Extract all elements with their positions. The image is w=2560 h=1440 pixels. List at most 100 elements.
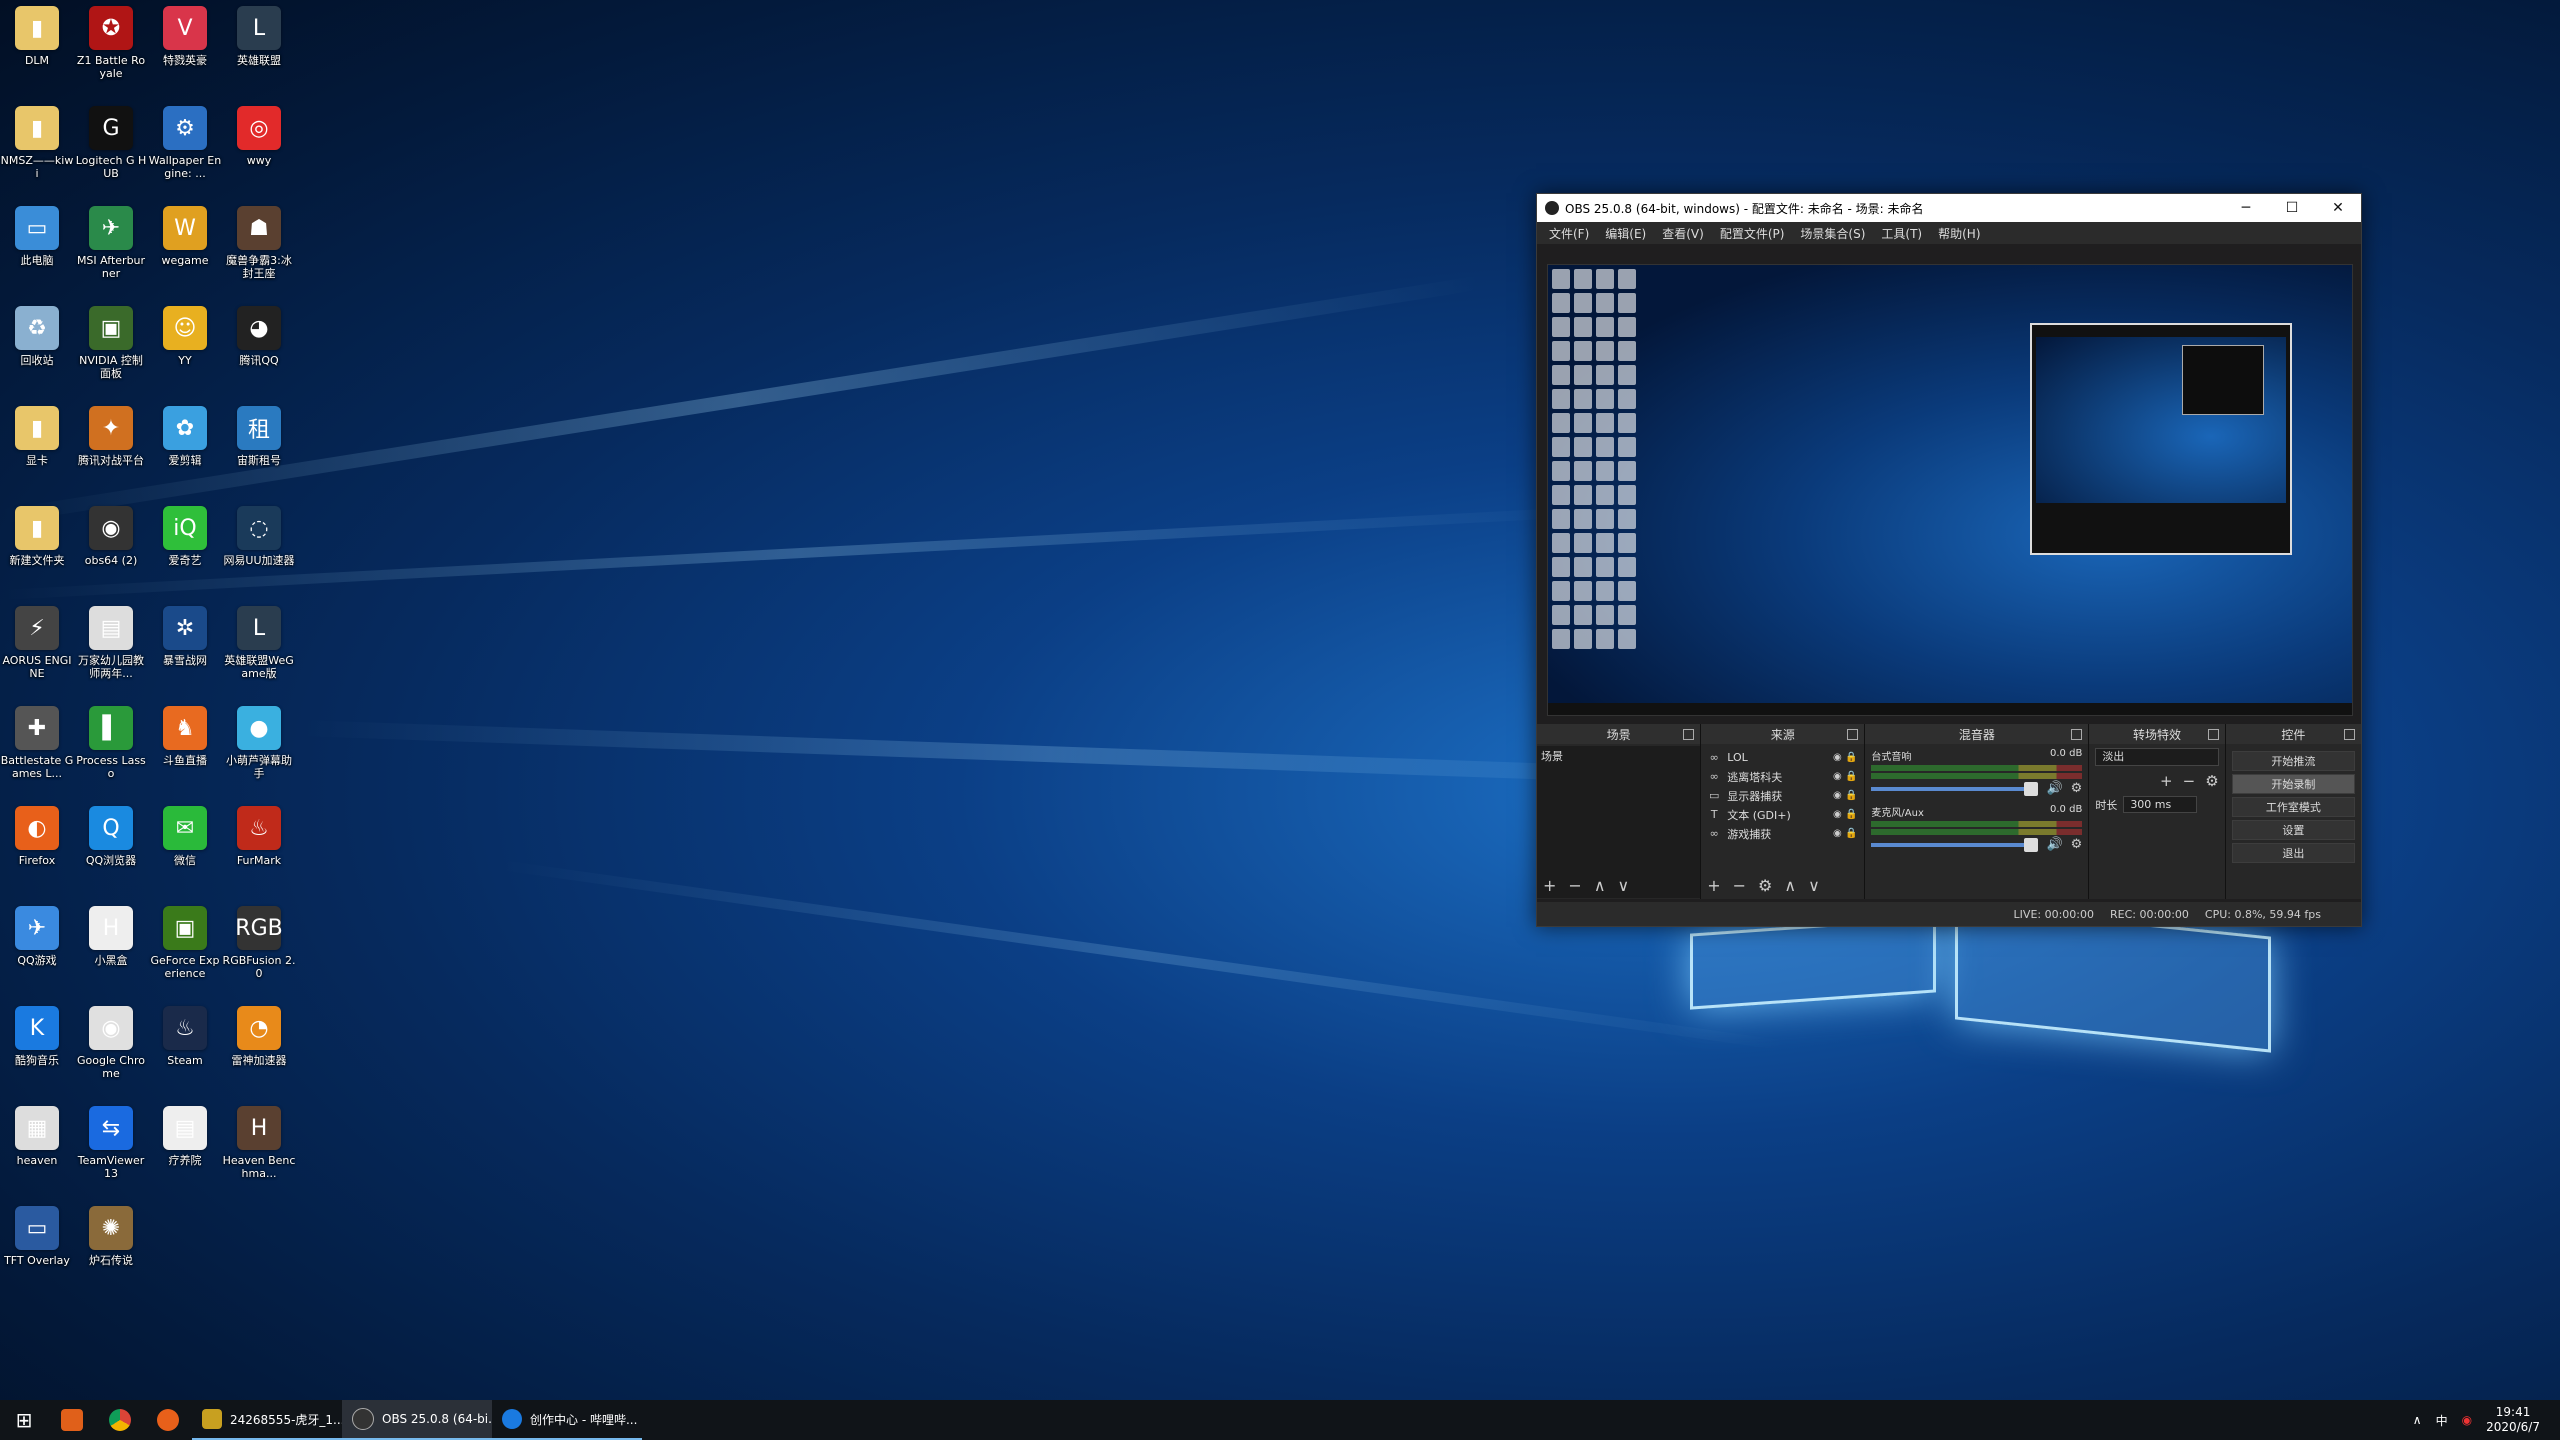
lock-icon[interactable]: 🔒 — [1844, 790, 1858, 801]
desktop-icon[interactable]: ✪ Z1 Battle Royale — [74, 6, 148, 80]
settings-button[interactable]: 设置 — [2231, 820, 2355, 840]
move-down-icon[interactable]: ∨ — [1618, 876, 1630, 895]
start-recording-button[interactable]: 开始录制 — [2231, 774, 2355, 794]
tray-app-icon[interactable]: ◉ — [2462, 1413, 2472, 1427]
desktop-icon[interactable]: ◔ 雷神加速器 — [222, 1006, 296, 1067]
visibility-eye-icon[interactable]: ◉ — [1830, 790, 1844, 801]
taskbar-task[interactable]: 24268555-虎牙_1... — [192, 1400, 342, 1440]
visibility-eye-icon[interactable]: ◉ — [1830, 752, 1844, 763]
desktop-icon[interactable]: ♨ FurMark — [222, 806, 296, 867]
maximize-button[interactable]: ☐ — [2269, 200, 2315, 216]
menu-view[interactable]: 查看(V) — [1662, 225, 1704, 242]
transition-select[interactable]: 淡出 — [2095, 748, 2219, 766]
desktop-icon[interactable]: ◌ 网易UU加速器 — [222, 506, 296, 567]
obs-window[interactable]: OBS 25.0.8 (64-bit, windows) - 配置文件: 未命名… — [1536, 193, 2362, 927]
undock-icon[interactable] — [2071, 729, 2083, 740]
desktop-icon[interactable]: ⚡ AORUS ENGINE — [0, 606, 74, 680]
lock-icon[interactable]: 🔒 — [1844, 828, 1858, 839]
desktop-icon[interactable]: V 特戮英豪 — [148, 6, 222, 67]
desktop-icon[interactable]: ◉ Google Chrome — [74, 1006, 148, 1080]
move-up-icon[interactable]: ∧ — [1784, 876, 1796, 895]
desktop-icon[interactable]: K 酷狗音乐 — [0, 1006, 74, 1067]
menu-edit[interactable]: 编辑(E) — [1605, 225, 1646, 242]
desktop-icon[interactable]: ▣ GeForce Experience — [148, 906, 222, 980]
desktop-icon[interactable]: ◉ obs64 (2) — [74, 506, 148, 567]
menu-scene-collection[interactable]: 场景集合(S) — [1800, 225, 1865, 242]
remove-icon[interactable]: − — [2183, 772, 2196, 790]
desktop-icon[interactable]: ✚ Battlestate Games L... — [0, 706, 74, 780]
desktop-icon[interactable]: ▮ DLM — [0, 6, 74, 67]
add-icon[interactable]: + — [1707, 876, 1720, 895]
desktop-icon[interactable]: ● 小萌芦弹幕助手 — [222, 706, 296, 780]
desktop-icon[interactable]: ♞ 斗鱼直播 — [148, 706, 222, 767]
desktop-icon[interactable]: ♨ Steam — [148, 1006, 222, 1067]
desktop-icon[interactable]: ▌ Process Lasso — [74, 706, 148, 780]
speaker-icon[interactable]: 🔊 — [2046, 781, 2062, 796]
desktop-icon[interactable]: ◎ wwy — [222, 106, 296, 167]
desktop-icon[interactable]: H Heaven Benchma... — [222, 1106, 296, 1180]
taskbar-task[interactable]: 创作中心 - 哔哩哔... — [492, 1400, 642, 1440]
gear-icon[interactable]: ⚙ — [2205, 772, 2218, 790]
desktop-icon[interactable]: ▣ NVIDIA 控制面板 — [74, 306, 148, 380]
desktop-icon[interactable]: Q QQ浏览器 — [74, 806, 148, 867]
desktop-icon[interactable]: ☺ YY — [148, 306, 222, 367]
desktop-icon[interactable]: ✈ QQ游戏 — [0, 906, 74, 967]
undock-icon[interactable] — [1683, 729, 1695, 740]
pinned-app-icon[interactable] — [48, 1400, 96, 1440]
desktop-icon[interactable]: iQ 爱奇艺 — [148, 506, 222, 567]
undock-icon[interactable] — [2207, 729, 2219, 740]
desktop-icon[interactable]: ▤ 疗养院 — [148, 1106, 222, 1167]
desktop-icon[interactable]: ▭ TFT Overlay — [0, 1206, 74, 1267]
desktop-icon[interactable]: ✉ 微信 — [148, 806, 222, 867]
source-item[interactable]: ∞ 逃离塔科夫 ◉ 🔒 — [1707, 767, 1858, 786]
visibility-eye-icon[interactable]: ◉ — [1830, 771, 1844, 782]
undock-icon[interactable] — [2344, 729, 2355, 740]
minimize-button[interactable]: ─ — [2223, 200, 2269, 216]
add-icon[interactable]: + — [1543, 876, 1556, 895]
undock-icon[interactable] — [1847, 729, 1859, 740]
close-button[interactable]: ✕ — [2315, 200, 2361, 216]
desktop-icon[interactable]: ▤ 万家幼儿园教师两年... — [74, 606, 148, 680]
move-down-icon[interactable]: ∨ — [1808, 876, 1820, 895]
desktop-icon[interactable]: ✈ MSI Afterburner — [74, 206, 148, 280]
slider-handle[interactable] — [2024, 781, 2039, 796]
gear-icon[interactable]: ⚙ — [2071, 781, 2083, 796]
desktop-icon[interactable]: ▦ heaven — [0, 1106, 74, 1167]
desktop-icon[interactable]: G Logitech G HUB — [74, 106, 148, 180]
preview-canvas[interactable] — [1547, 264, 2353, 716]
remove-icon[interactable]: − — [1733, 876, 1746, 895]
visibility-eye-icon[interactable]: ◉ — [1830, 828, 1844, 839]
source-item[interactable]: T 文本 (GDI+) ◉ 🔒 — [1707, 805, 1858, 824]
desktop-icon[interactable]: H 小黑盒 — [74, 906, 148, 967]
desktop-icon[interactable]: ♻ 回收站 — [0, 306, 74, 367]
lock-icon[interactable]: 🔒 — [1844, 752, 1858, 763]
desktop-icon[interactable]: ▮ 新建文件夹 — [0, 506, 74, 567]
studio-mode-button[interactable]: 工作室模式 — [2231, 797, 2355, 817]
desktop-icon[interactable]: L 英雄联盟 — [222, 6, 296, 67]
obs-titlebar[interactable]: OBS 25.0.8 (64-bit, windows) - 配置文件: 未命名… — [1537, 194, 2361, 222]
remove-icon[interactable]: − — [1568, 876, 1581, 895]
firefox-icon[interactable] — [144, 1400, 192, 1440]
ime-indicator[interactable]: 中 — [2436, 1412, 2448, 1429]
lock-icon[interactable]: 🔒 — [1844, 809, 1858, 820]
visibility-eye-icon[interactable]: ◉ — [1830, 809, 1844, 820]
lock-icon[interactable]: 🔒 — [1844, 771, 1858, 782]
desktop-icon[interactable]: ☗ 魔兽争霸3:冰封王座 — [222, 206, 296, 280]
volume-slider[interactable] — [1871, 781, 2039, 796]
tray-expand-icon[interactable]: ∧ — [2413, 1413, 2422, 1427]
desktop-icon[interactable]: ◐ Firefox — [0, 806, 74, 867]
desktop-icon[interactable]: ◕ 腾讯QQ — [222, 306, 296, 367]
desktop-icon[interactable]: ▭ 此电脑 — [0, 206, 74, 267]
source-item[interactable]: ∞ LOL ◉ 🔒 — [1707, 748, 1858, 767]
desktop-icon[interactable]: ▮ NMSZ——kiwi — [0, 106, 74, 180]
desktop-icon[interactable]: ▮ 显卡 — [0, 406, 74, 467]
clock[interactable]: 19:41 2020/6/7 — [2486, 1405, 2540, 1435]
desktop-icon[interactable]: ⇆ TeamViewer 13 — [74, 1106, 148, 1180]
menu-file[interactable]: 文件(F) — [1549, 225, 1589, 242]
desktop-icon[interactable]: L 英雄联盟WeGame版 — [222, 606, 296, 680]
exit-button[interactable]: 退出 — [2231, 843, 2355, 863]
desktop-icon[interactable]: ✺ 炉石传说 — [74, 1206, 148, 1267]
menu-profile[interactable]: 配置文件(P) — [1720, 225, 1785, 242]
start-streaming-button[interactable]: 开始推流 — [2231, 751, 2355, 771]
move-up-icon[interactable]: ∧ — [1594, 876, 1606, 895]
